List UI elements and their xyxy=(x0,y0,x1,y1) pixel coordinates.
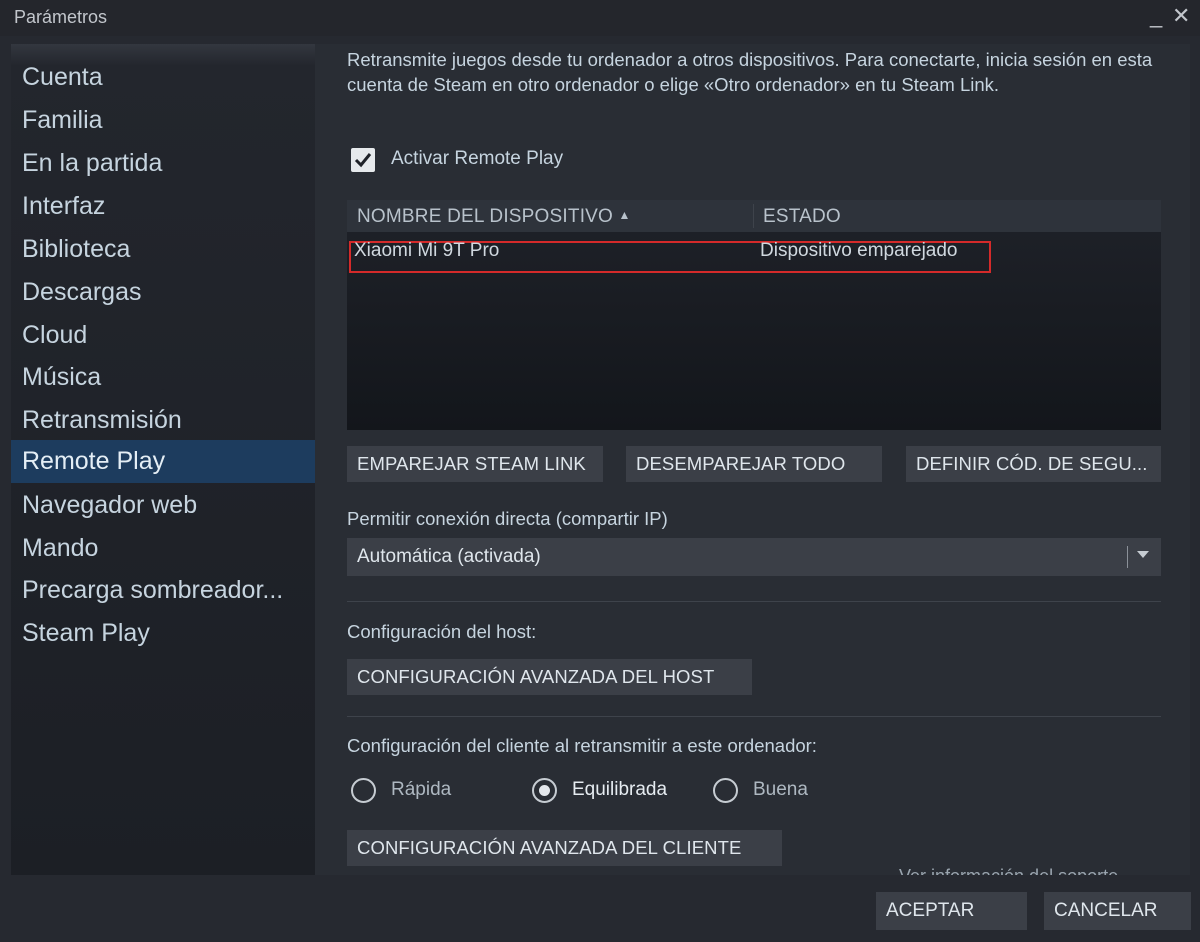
radio-good[interactable] xyxy=(713,778,738,803)
window-title: Parámetros xyxy=(14,7,108,27)
sidebar-item-music[interactable]: Música xyxy=(11,356,315,399)
radio-balanced[interactable] xyxy=(532,778,557,803)
advanced-host-settings-button[interactable]: CONFIGURACIÓN AVANZADA DEL HOST xyxy=(347,659,752,695)
sidebar-item-downloads[interactable]: Descargas xyxy=(11,271,315,314)
direct-connection-label: Permitir conexión directa (compartir IP) xyxy=(347,508,668,529)
sidebar-item-broadcast[interactable]: Retransmisión xyxy=(11,399,315,442)
accept-button[interactable]: ACEPTAR xyxy=(876,892,1027,930)
devices-table: NOMBRE DEL DISPOSITIVO ▲ ESTADO Xiaomi M… xyxy=(347,200,1161,430)
radio-fast[interactable] xyxy=(351,778,376,803)
radio-fast-label[interactable]: Rápida xyxy=(391,779,451,801)
sidebar-item-shader-precache[interactable]: Precarga sombreador... xyxy=(11,569,315,612)
sidebar: Cuenta Familia En la partida Interfaz Bi… xyxy=(11,44,315,875)
sidebar-item-library[interactable]: Biblioteca xyxy=(11,228,315,271)
chevron-down-icon xyxy=(1137,551,1149,558)
enable-remote-play-checkbox[interactable] xyxy=(351,148,375,172)
host-config-label: Configuración del host: xyxy=(347,621,537,642)
device-state-cell: Dispositivo emparejado xyxy=(760,240,958,261)
sidebar-item-controller[interactable]: Mando xyxy=(11,527,315,570)
column-header-state[interactable]: ESTADO xyxy=(763,206,841,228)
device-name-cell: Xiaomi Mi 9T Pro xyxy=(354,240,500,261)
advanced-client-settings-button[interactable]: CONFIGURACIÓN AVANZADA DEL CLIENTE xyxy=(347,830,782,866)
set-security-code-button[interactable]: DEFINIR CÓD. DE SEGU... xyxy=(906,446,1161,482)
sidebar-item-family[interactable]: Familia xyxy=(11,99,315,142)
table-header: NOMBRE DEL DISPOSITIVO ▲ ESTADO xyxy=(347,200,1161,232)
sidebar-item-remote-play[interactable]: Remote Play xyxy=(11,440,315,483)
client-config-label: Configuración del cliente al retransmiti… xyxy=(347,735,817,756)
radio-good-label[interactable]: Buena xyxy=(753,779,808,801)
sort-ascending-icon: ▲ xyxy=(618,208,631,222)
column-header-device-name-label: NOMBRE DEL DISPOSITIVO xyxy=(357,206,614,227)
sidebar-item-web-browser[interactable]: Navegador web xyxy=(11,484,315,527)
unpair-all-button[interactable]: DESEMPAREJAR TODO xyxy=(626,446,882,482)
title-bar: Parámetros _ ✕ xyxy=(0,0,1200,36)
cancel-button[interactable]: CANCELAR xyxy=(1044,892,1191,930)
minimize-icon[interactable]: _ xyxy=(1150,4,1162,28)
support-info-link[interactable]: Ver información del soporte xyxy=(899,866,1118,875)
sidebar-item-account[interactable]: Cuenta xyxy=(11,56,315,99)
select-divider xyxy=(1127,546,1128,568)
section-divider xyxy=(347,716,1161,717)
pair-steam-link-button[interactable]: EMPAREJAR STEAM LINK xyxy=(347,446,603,482)
direct-connection-select[interactable]: Automática (activada) xyxy=(347,538,1161,576)
column-divider xyxy=(753,204,754,228)
sidebar-item-in-game[interactable]: En la partida xyxy=(11,142,315,185)
remote-play-panel: Retransmite juegos desde tu ordenador a … xyxy=(315,44,1190,875)
sidebar-item-interface[interactable]: Interfaz xyxy=(11,185,315,228)
direct-connection-value: Automática (activada) xyxy=(357,546,541,567)
sidebar-item-steam-play[interactable]: Steam Play xyxy=(11,612,315,655)
sidebar-item-cloud[interactable]: Cloud xyxy=(11,314,315,357)
checkmark-icon xyxy=(354,153,372,168)
enable-remote-play-label: Activar Remote Play xyxy=(391,148,564,169)
column-header-device-name[interactable]: NOMBRE DEL DISPOSITIVO ▲ xyxy=(357,206,631,228)
radio-balanced-label[interactable]: Equilibrada xyxy=(572,779,667,801)
close-icon[interactable]: ✕ xyxy=(1172,4,1190,28)
description-text: Retransmite juegos desde tu ordenador a … xyxy=(347,49,1153,95)
section-divider xyxy=(347,601,1161,602)
